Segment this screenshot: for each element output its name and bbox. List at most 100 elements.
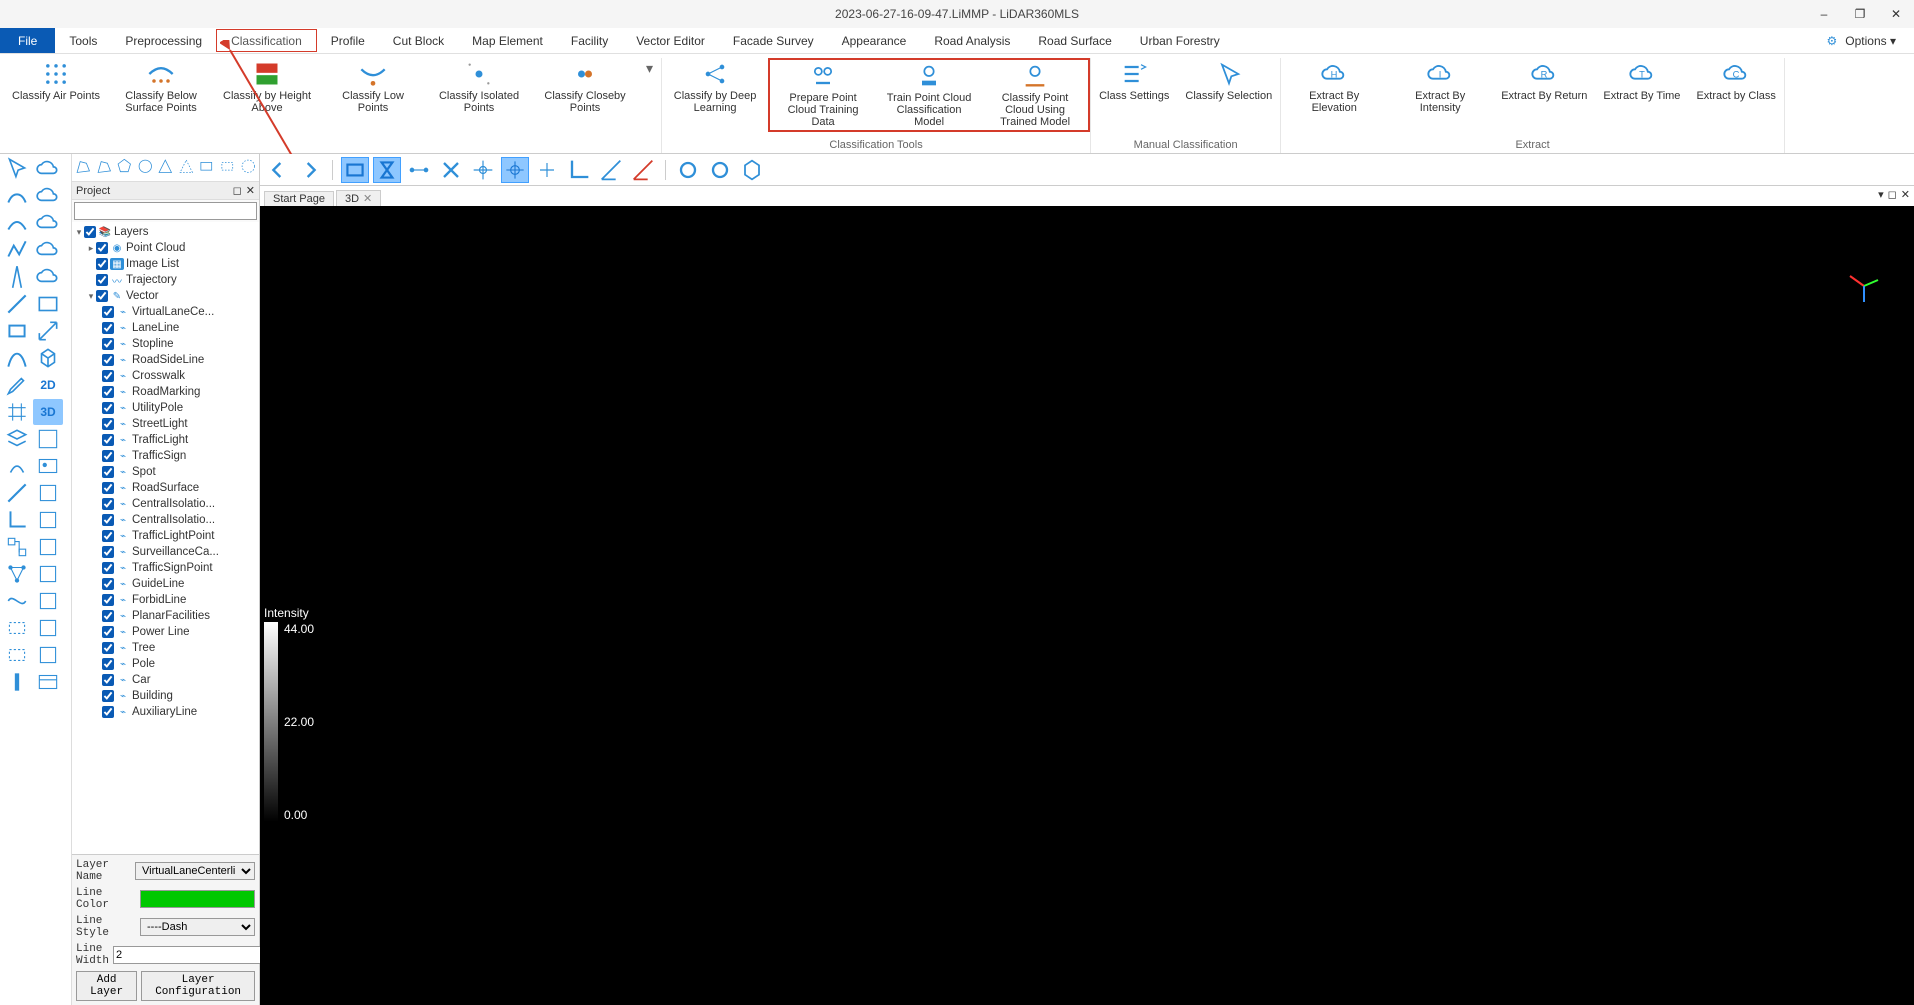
options-dropdown[interactable]: Options ▾: [1845, 34, 1896, 48]
extract-intensity-button[interactable]: IExtract By Intensity: [1387, 58, 1493, 116]
tool-arc[interactable]: [2, 210, 32, 236]
layer-check[interactable]: [102, 450, 114, 462]
tool-dotted-rect2[interactable]: [2, 642, 32, 668]
prepare-training-button[interactable]: Prepare Point Cloud Training Data: [770, 60, 876, 130]
layer-item[interactable]: Pole: [132, 658, 155, 670]
pointcloud-check[interactable]: [96, 242, 108, 254]
layer-check[interactable]: [102, 386, 114, 398]
menu-road-surface[interactable]: Road Surface: [1024, 28, 1125, 53]
vt-gear1-icon[interactable]: [674, 157, 702, 183]
history-fwd-icon[interactable]: [296, 157, 324, 183]
tree-pointcloud[interactable]: Point Cloud: [126, 242, 185, 254]
line-style-select[interactable]: ----Dash: [140, 918, 255, 936]
layer-check[interactable]: [102, 402, 114, 414]
tool-cube[interactable]: [33, 345, 63, 371]
tab-start-page[interactable]: Start Page: [264, 191, 334, 206]
tool-dotted-rect[interactable]: [2, 615, 32, 641]
layer-check[interactable]: [102, 354, 114, 366]
layer-check[interactable]: [102, 658, 114, 670]
layer-check[interactable]: [102, 594, 114, 606]
vt-cross-icon[interactable]: [437, 157, 465, 183]
tool-cloud-3[interactable]: [33, 210, 63, 236]
menu-appearance[interactable]: Appearance: [828, 28, 921, 53]
add-layer-button[interactable]: Add Layer: [76, 971, 137, 1001]
tool-image[interactable]: [33, 453, 63, 479]
tool-select[interactable]: [2, 156, 32, 182]
sel-circle-icon[interactable]: [136, 157, 155, 179]
vt-line-icon[interactable]: [405, 157, 433, 183]
layer-check[interactable]: [102, 546, 114, 558]
tab-close-icon[interactable]: ✕: [1901, 188, 1910, 201]
minimize-button[interactable]: –: [1806, 0, 1842, 28]
layer-check[interactable]: [102, 338, 114, 350]
layer-item[interactable]: TrafficLightPoint: [132, 530, 214, 542]
panel-float-icon[interactable]: ◻: [233, 184, 242, 197]
layer-check[interactable]: [102, 674, 114, 686]
menu-facade-survey[interactable]: Facade Survey: [719, 28, 828, 53]
menu-file[interactable]: File: [0, 28, 55, 53]
tool-cloud-4[interactable]: [33, 264, 63, 290]
sel-poly-icon[interactable]: [74, 157, 93, 179]
layer-item[interactable]: SurveillanceCa...: [132, 546, 219, 558]
layer-item[interactable]: AuxiliaryLine: [132, 706, 197, 718]
layer-item[interactable]: LaneLine: [132, 322, 179, 334]
menu-preprocessing[interactable]: Preprocessing: [111, 28, 216, 53]
tool-log[interactable]: [33, 615, 63, 641]
classify-deep-learning-button[interactable]: Classify by Deep Learning: [662, 58, 768, 132]
expand-icon[interactable]: ▾: [74, 227, 84, 238]
vt-angle-icon[interactable]: [597, 157, 625, 183]
layer-check[interactable]: [102, 482, 114, 494]
layer-item[interactable]: TrafficSign: [132, 450, 186, 462]
tool-3d-box[interactable]: [33, 507, 63, 533]
tool-network[interactable]: [2, 561, 32, 587]
layer-item[interactable]: StreetLight: [132, 418, 188, 430]
layer-check[interactable]: [102, 562, 114, 574]
menu-tools[interactable]: Tools: [55, 28, 111, 53]
layer-item[interactable]: ForbidLine: [132, 594, 186, 606]
extract-class-button[interactable]: CExtract by Class: [1688, 58, 1783, 116]
extract-time-button[interactable]: TExtract By Time: [1595, 58, 1688, 116]
gear-icon[interactable]: ⚙: [1827, 34, 1838, 48]
tool-corner[interactable]: [2, 507, 32, 533]
layer-item[interactable]: CentralIsolatio...: [132, 514, 215, 526]
menu-map-element[interactable]: Map Element: [458, 28, 557, 53]
classify-low-points-button[interactable]: Classify Low Points: [320, 58, 426, 116]
layer-item[interactable]: PlanarFacilities: [132, 610, 210, 622]
trajectory-check[interactable]: [96, 274, 108, 286]
tree-root[interactable]: Layers: [114, 226, 149, 238]
line-width-input[interactable]: [113, 946, 261, 964]
layer-item[interactable]: Building: [132, 690, 173, 702]
layer-check[interactable]: [102, 498, 114, 510]
tree-vector[interactable]: Vector: [126, 290, 159, 302]
layer-item[interactable]: RoadSideLine: [132, 354, 204, 366]
more-dropdown[interactable]: ▾: [638, 58, 661, 116]
close-button[interactable]: ✕: [1878, 0, 1914, 28]
layer-item[interactable]: Tree: [132, 642, 155, 654]
layer-check[interactable]: [102, 578, 114, 590]
classify-height-above-button[interactable]: Classify by Height Above: [214, 58, 320, 116]
layer-check[interactable]: [102, 642, 114, 654]
tool-freehand[interactable]: [2, 183, 32, 209]
expand-icon[interactable]: ▾: [86, 291, 96, 302]
line-color-swatch[interactable]: [140, 890, 255, 908]
tool-prof[interactable]: [33, 534, 63, 560]
vt-gear2-icon[interactable]: [706, 157, 734, 183]
tool-line[interactable]: [2, 291, 32, 317]
tool-2d[interactable]: 2D: [33, 372, 63, 398]
layer-item[interactable]: Crosswalk: [132, 370, 185, 382]
vt-ortho-icon[interactable]: [565, 157, 593, 183]
classify-air-points-button[interactable]: Classify Air Points: [4, 58, 108, 116]
tool-polyline[interactable]: [2, 237, 32, 263]
layer-item[interactable]: Car: [132, 674, 151, 686]
tool-road[interactable]: [2, 264, 32, 290]
menu-facility[interactable]: Facility: [557, 28, 622, 53]
sel-pentagon-icon[interactable]: [115, 157, 134, 179]
tool-hierarchy[interactable]: [2, 534, 32, 560]
layer-name-select[interactable]: VirtualLaneCenterli: [135, 862, 255, 880]
layer-item[interactable]: RoadMarking: [132, 386, 200, 398]
project-search-input[interactable]: [74, 202, 257, 220]
layer-check[interactable]: [102, 434, 114, 446]
layer-item[interactable]: Spot: [132, 466, 156, 478]
layer-config-button[interactable]: Layer Configuration: [141, 971, 255, 1001]
tool-pen[interactable]: [2, 372, 32, 398]
